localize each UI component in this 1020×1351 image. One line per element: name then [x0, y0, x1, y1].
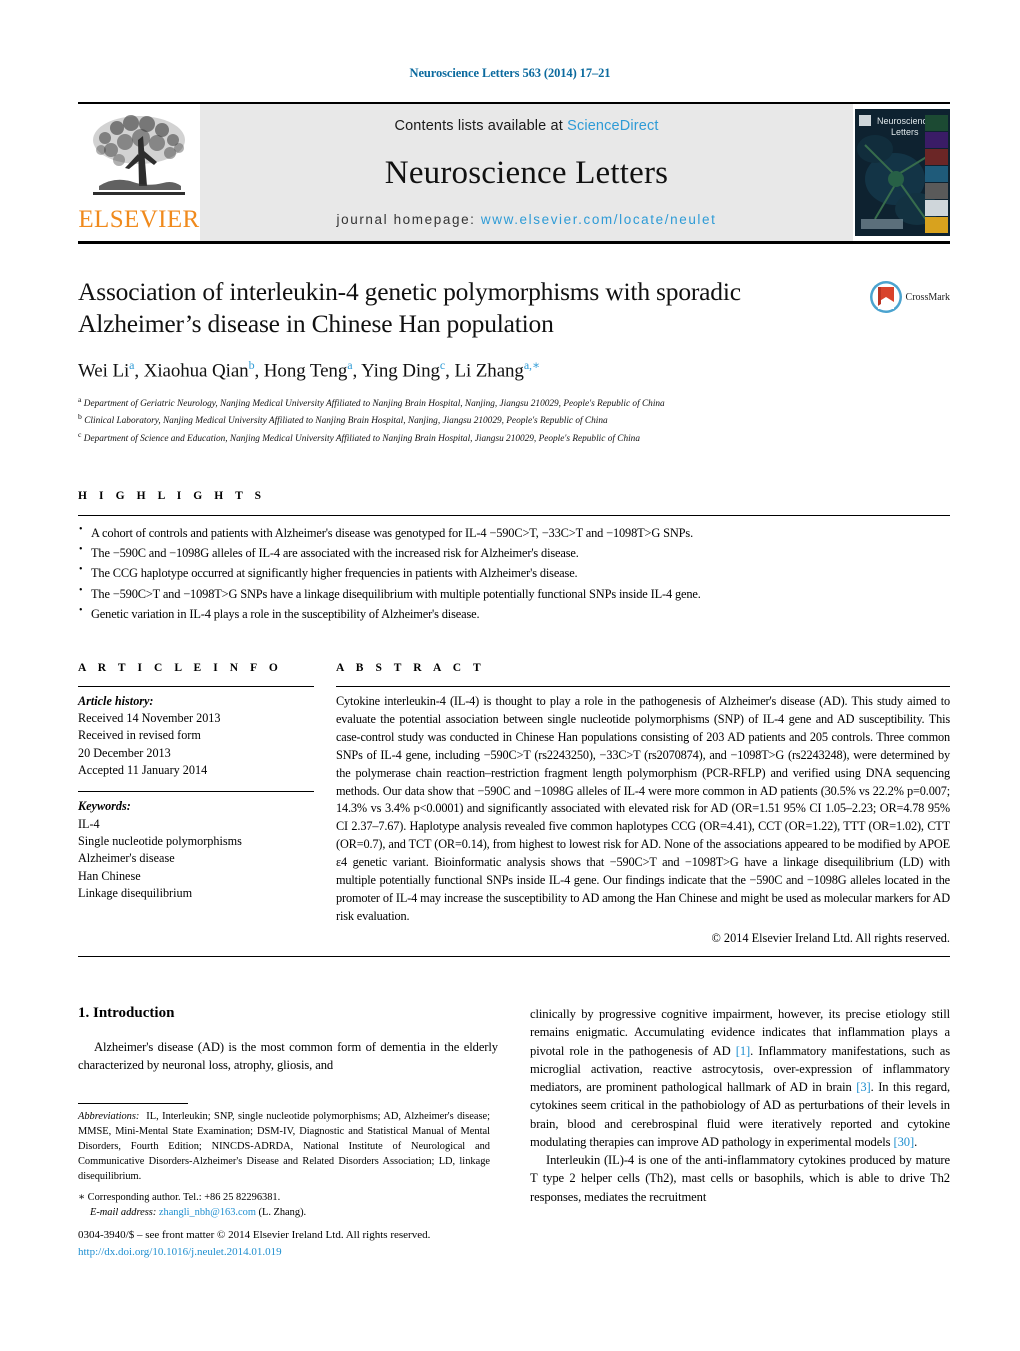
elsevier-tree-icon: [93, 115, 185, 195]
journal-homepage-line: journal homepage: www.elsevier.com/locat…: [337, 212, 717, 227]
email-suffix: (L. Zhang).: [258, 1207, 307, 1219]
title-left: Association of interleukin-4 genetic pol…: [78, 276, 850, 446]
affiliation-line: c Department of Science and Education, N…: [78, 429, 640, 444]
page-title: Association of interleukin-4 genetic pol…: [78, 277, 741, 339]
article-history-line: 20 December 2013: [78, 745, 171, 760]
doi-link[interactable]: http://dx.doi.org/10.1016/j.neulet.2014.…: [78, 1246, 282, 1258]
highlights-list: A cohort of controls and patients with A…: [78, 522, 950, 624]
abstract-heading: A B S T R A C T: [336, 661, 486, 674]
article-info-column: A R T I C L E I N F O Article history: R…: [78, 662, 336, 946]
highlight-item: The −590C>T and −1098T>G SNPs have a lin…: [78, 583, 950, 604]
author-affiliation-marker: a: [347, 358, 353, 373]
highlights-divider: [78, 515, 950, 517]
paper-page: Neuroscience Letters 563 (2014) 17–21 EL…: [0, 0, 1020, 1351]
intro-text-1d: .: [914, 1134, 918, 1149]
author-affiliation-marker: b: [248, 358, 255, 373]
abbreviations-label: Abbreviations:: [78, 1111, 140, 1122]
contents-available-line: Contents lists available at ScienceDirec…: [394, 118, 658, 134]
abbreviations-text: IL, Interleukin; SNP, single nucleotide …: [78, 1111, 490, 1183]
article-info-heading: A R T I C L E I N F O: [78, 661, 283, 674]
keyword-item: Linkage disequilibrium: [78, 886, 193, 901]
article-history-lines: Received 14 November 2013 Received in rev…: [78, 710, 314, 779]
svg-text:Letters: Letters: [891, 127, 919, 137]
keyword-item: Han Chinese: [78, 868, 141, 883]
crossmark-icon: [869, 281, 902, 313]
article-history-line: Received in revised form: [78, 728, 201, 743]
journal-cover-thumbnail: Neuroscience Letters: [853, 104, 950, 241]
article-history-block: Article history: Received 14 November 20…: [78, 693, 314, 780]
author-name: Xiaohua Qian: [143, 360, 249, 382]
keywords-label: Keywords:: [78, 799, 131, 814]
title-block: Association of interleukin-4 genetic pol…: [78, 276, 950, 446]
affiliation-marker: c: [78, 429, 82, 439]
abstract-column: A B S T R A C T Cytokine interleukin-4 (…: [336, 662, 950, 946]
author-affiliation-marker: a,∗: [523, 358, 541, 373]
author-list: Wei Lia, Xiaohua Qianb, Hong Tenga, Ying…: [78, 358, 541, 382]
journal-homepage-link[interactable]: www.elsevier.com/locate/neulet: [481, 212, 717, 227]
issn-line: 0304-3940/$ – see front matter © 2014 El…: [78, 1229, 431, 1241]
keyword-item: Single nucleotide polymorphisms: [78, 834, 242, 849]
abstract-text: Cytokine interleukin-4 (IL-4) is thought…: [336, 693, 950, 924]
masthead-center: Contents lists available at ScienceDirec…: [200, 104, 853, 241]
corresponding-author-text: ∗ Corresponding author. Tel.: +86 25 822…: [78, 1192, 281, 1204]
running-head: Neuroscience Letters 563 (2014) 17–21: [409, 66, 611, 80]
citation-ref-30[interactable]: [30]: [893, 1135, 914, 1149]
intro-paragraph-right-1: clinically by progressive cognitive impa…: [530, 1005, 950, 1151]
corresponding-email-link[interactable]: zhangli_nbh@163.com: [159, 1207, 256, 1218]
keywords-lines: IL-4 Single nucleotide polymorphisms Alzhe…: [78, 816, 314, 903]
affiliation-marker: a: [78, 394, 82, 404]
elsevier-wordmark: ELSEVIER: [78, 206, 200, 233]
keyword-item: Alzheimer's disease: [78, 851, 175, 866]
email-address-label: E-mail address:: [90, 1207, 157, 1219]
footnotes-block: Abbreviations: IL, Interleukin; SNP, sin…: [78, 1103, 490, 1221]
affiliation-marker: b: [78, 412, 82, 422]
body-column-right: clinically by progressive cognitive impa…: [530, 1005, 950, 1206]
author-name: Hong Teng: [263, 360, 348, 382]
section-title-introduction: 1. Introduction: [78, 1005, 175, 1022]
journal-cover-image: Neuroscience Letters: [855, 109, 950, 236]
highlight-item: The −590C and −1098G alleles of IL-4 are…: [78, 542, 950, 563]
footnote-divider: [78, 1103, 188, 1104]
corresponding-author-note: ∗ Corresponding author. Tel.: +86 25 822…: [78, 1190, 490, 1220]
affiliation-line: a Department of Geriatric Neurology, Nan…: [78, 394, 665, 409]
highlights-section: H I G H L I G H T S A cohort of controls…: [78, 490, 950, 623]
contents-prefix: Contents lists available at: [394, 118, 568, 134]
article-info-divider-2: [78, 791, 314, 793]
author-affiliation-marker: a: [129, 358, 135, 373]
highlight-item: A cohort of controls and patients with A…: [78, 522, 950, 543]
article-info-divider-1: [78, 685, 314, 687]
crossmark-label: CrossMark: [905, 291, 950, 303]
author-name: Li Zhang: [454, 360, 524, 382]
info-abstract-section: A R T I C L E I N F O Article history: R…: [78, 662, 950, 958]
crossmark-badge[interactable]: CrossMark: [850, 276, 950, 446]
affiliation-list: a Department of Geriatric Neurology, Nan…: [78, 394, 840, 447]
abbreviations-note: Abbreviations: IL, Interleukin; SNP, sin…: [78, 1109, 490, 1184]
journal-masthead: ELSEVIER Contents lists available at Sci…: [78, 102, 950, 244]
article-history-label: Article history:: [78, 693, 154, 708]
sciencedirect-link[interactable]: ScienceDirect: [567, 118, 658, 134]
elsevier-logo: ELSEVIER: [78, 104, 200, 241]
highlight-item: Genetic variation in IL-4 plays a role i…: [78, 603, 950, 624]
citation-ref-1[interactable]: [1]: [736, 1044, 750, 1058]
citation-ref-3[interactable]: [3]: [856, 1080, 870, 1094]
highlights-heading: H I G H L I G H T S: [78, 490, 266, 503]
affiliation-line: b Clinical Laboratory, Nanjing Medical U…: [78, 412, 608, 427]
abstract-divider: [336, 685, 950, 687]
keywords-block: Keywords: IL-4 Single nucleotide polymorp…: [78, 798, 314, 902]
keyword-item: IL-4: [78, 816, 100, 831]
issn-copyright-block: 0304-3940/$ – see front matter © 2014 El…: [78, 1227, 508, 1260]
journal-title: Neuroscience Letters: [384, 154, 669, 191]
author-name: Wei Li: [78, 360, 130, 382]
article-history-line: Received 14 November 2013: [78, 711, 221, 726]
author-name: Ying Ding: [361, 360, 440, 382]
abstract-copyright: © 2014 Elsevier Ireland Ltd. All rights …: [711, 931, 950, 946]
svg-text:Neuroscience: Neuroscience: [877, 116, 932, 126]
highlight-item: The CCG haplotype occurred at significan…: [78, 562, 950, 583]
intro-paragraph-right-2: Interleukin (IL)-4 is one of the anti-in…: [530, 1153, 950, 1204]
author-affiliation-marker: c: [439, 358, 446, 373]
intro-paragraph-left: Alzheimer's disease (AD) is the most com…: [78, 1040, 498, 1073]
article-history-line: Accepted 11 January 2014: [78, 763, 208, 778]
homepage-prefix: journal homepage:: [336, 212, 481, 227]
